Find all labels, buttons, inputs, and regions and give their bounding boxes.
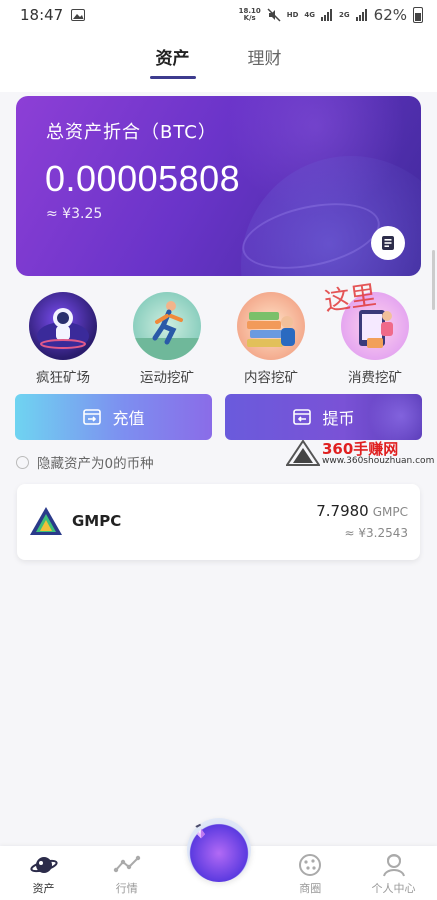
mining-label: 运动挖矿	[140, 370, 194, 386]
top-tabs: 资产 理财	[0, 30, 437, 82]
total-asset-amount: 0.00005808	[45, 158, 241, 199]
nav-label: 个人中心	[371, 882, 416, 895]
planet-icon	[29, 857, 58, 873]
wallet-in-icon	[83, 409, 102, 425]
hide-zero-toggle[interactable]: 隐藏资产为0的币种	[16, 452, 154, 472]
cookie-icon	[299, 854, 322, 876]
status-bar: 18:47 18.10 K/s HD 4G 2G 62%	[0, 0, 437, 30]
scrollbar[interactable]	[432, 250, 435, 310]
mute-icon	[267, 8, 281, 22]
nav-mining-center[interactable]	[173, 818, 265, 900]
clock: 18:47	[20, 6, 64, 24]
planet-astronaut-icon	[29, 292, 97, 360]
status-left: 18:47	[20, 6, 86, 24]
nav-label: 资产	[32, 882, 55, 895]
total-asset-fiat: ≈ ¥3.25	[46, 206, 103, 222]
signal-4g: 4G	[304, 10, 316, 19]
deposit-label: 充值	[112, 409, 145, 428]
withdraw-label: 提币	[322, 409, 355, 428]
wallet-out-icon	[293, 409, 312, 425]
mining-crazy-mine[interactable]: 疯狂矿场	[14, 292, 112, 386]
net-speed: 18.10 K/s	[238, 7, 261, 22]
deposit-button[interactable]: 充值	[15, 394, 212, 440]
action-buttons: 充值 提币	[15, 394, 422, 440]
signal-icon-2	[355, 9, 367, 21]
bottom-nav: 资产 行情 商圈 个人中心	[0, 818, 437, 900]
nav-business[interactable]: 商圈	[273, 846, 348, 900]
watermark-url: www.360shouzhuan.com	[322, 456, 435, 466]
signal-icon	[321, 9, 333, 21]
runner-icon	[133, 292, 201, 360]
tab-finance[interactable]: 理财	[246, 38, 284, 75]
gallery-icon	[71, 9, 86, 21]
nav-market[interactable]: 行情	[89, 846, 164, 900]
battery-icon	[413, 7, 423, 23]
mining-content[interactable]: 内容挖矿	[222, 292, 320, 386]
mining-label: 疯狂矿场	[36, 370, 90, 386]
records-button[interactable]	[371, 226, 405, 260]
withdraw-button[interactable]: 提币	[225, 394, 422, 440]
signal-2g: 2G	[339, 10, 350, 19]
tab-assets[interactable]: 资产	[149, 38, 196, 79]
nav-profile[interactable]: 个人中心	[356, 846, 431, 900]
coin-fiat-value: ≈ ¥3.2543	[344, 526, 409, 540]
total-asset-card: 总资产折合（BTC） 0.00005808 ≈ ¥3.25	[16, 96, 421, 276]
crystal-mine-icon	[186, 818, 251, 882]
watermark-logo	[286, 440, 320, 466]
nav-assets[interactable]: 资产	[6, 846, 81, 900]
mining-sport[interactable]: 运动挖矿	[118, 292, 216, 386]
battery-percent: 62%	[373, 6, 407, 24]
radio-unchecked[interactable]	[16, 455, 29, 469]
header-background	[0, 82, 437, 92]
hide-zero-label: 隐藏资产为0的币种	[37, 456, 154, 472]
watermark-stamp: 这里	[322, 280, 379, 318]
coin-amount: 7.7980	[316, 502, 369, 520]
books-icon	[237, 292, 305, 360]
coin-row-gmpc[interactable]: GMPC 7.7980 GMPC ≈ ¥3.2543	[17, 484, 420, 560]
coin-name: GMPC	[72, 512, 122, 530]
mining-label: 内容挖矿	[244, 370, 298, 386]
total-asset-label: 总资产折合（BTC）	[46, 122, 217, 143]
trend-icon	[113, 855, 140, 873]
coin-quantity: 7.7980 GMPC	[316, 502, 408, 520]
hd-badge: HD	[286, 10, 299, 19]
status-right: 18.10 K/s HD 4G 2G 62%	[239, 6, 423, 24]
document-icon	[382, 236, 394, 250]
gmpc-logo-icon	[30, 507, 62, 535]
nav-label: 商圈	[299, 882, 322, 895]
coin-unit: GMPC	[372, 505, 408, 519]
mining-label: 消费挖矿	[348, 370, 402, 386]
nav-label: 行情	[115, 882, 138, 895]
user-icon	[382, 854, 405, 877]
